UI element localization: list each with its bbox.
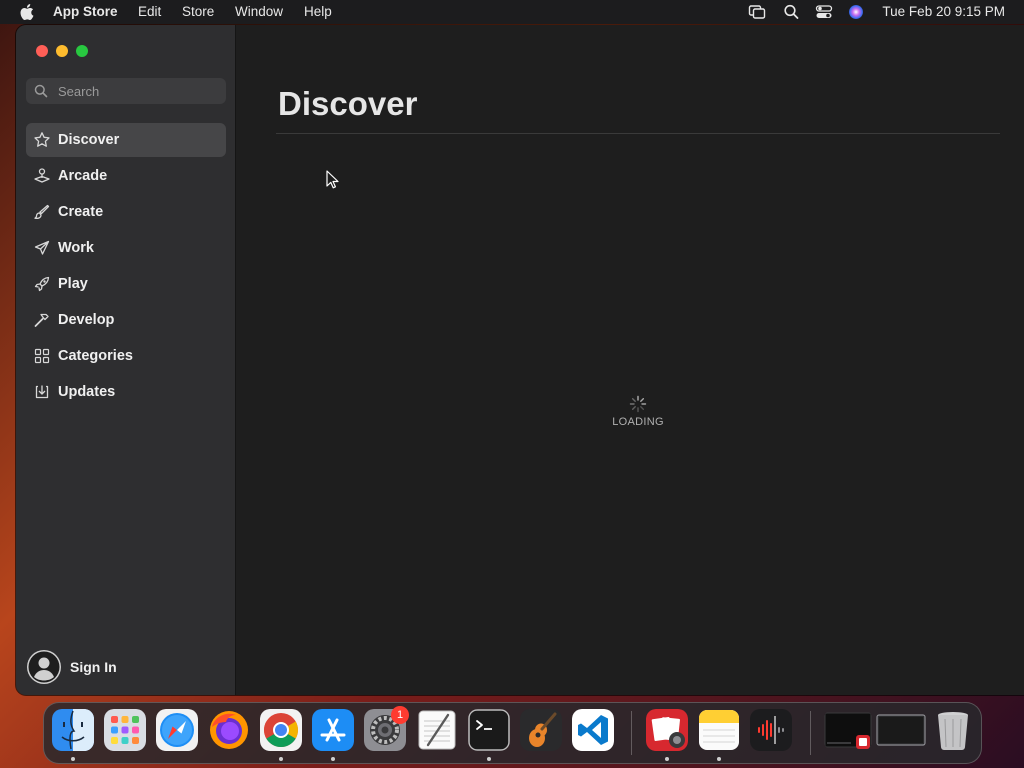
apple-menu-icon[interactable] xyxy=(19,3,34,21)
textedit-icon[interactable] xyxy=(416,709,458,751)
minimize-button[interactable] xyxy=(56,45,68,57)
star-icon xyxy=(34,132,50,147)
grid-icon xyxy=(34,348,50,364)
search-icon xyxy=(34,84,48,98)
mouse-pointer-icon xyxy=(326,170,339,189)
sign-in-button[interactable]: Sign In xyxy=(26,649,226,685)
app-store-window: Search Discover Arcade Create Work Play … xyxy=(16,25,1024,695)
screen-mirroring-icon[interactable] xyxy=(748,3,766,21)
sidebar-item-label: Play xyxy=(58,276,88,292)
sign-in-label: Sign In xyxy=(70,659,117,675)
sidebar-item-label: Updates xyxy=(58,384,116,400)
title-divider xyxy=(276,133,1000,134)
siri-icon[interactable] xyxy=(847,3,865,21)
hammer-icon xyxy=(34,313,49,327)
sidebar-item-work[interactable]: Work xyxy=(26,231,226,265)
sidebar-item-label: Work xyxy=(58,240,94,256)
sidebar-item-label: Develop xyxy=(58,312,115,328)
finder-icon[interactable] xyxy=(52,709,94,751)
running-indicator xyxy=(717,757,721,761)
notes-icon[interactable] xyxy=(698,709,740,751)
menu-edit[interactable]: Edit xyxy=(138,4,161,19)
photo-booth-icon[interactable] xyxy=(646,709,688,751)
terminal-icon[interactable] xyxy=(468,709,510,751)
sidebar-item-updates[interactable]: Updates xyxy=(26,375,226,409)
joystick-icon xyxy=(34,168,50,183)
zoom-button[interactable] xyxy=(76,45,88,57)
dock-separator xyxy=(810,711,811,755)
launchpad-icon[interactable] xyxy=(104,709,146,751)
garageband-icon[interactable] xyxy=(520,709,562,751)
dock: 1 xyxy=(43,702,982,764)
page-title: Discover xyxy=(278,85,418,122)
menu-store[interactable]: Store xyxy=(182,4,214,19)
sidebar: Search Discover Arcade Create Work Play … xyxy=(16,25,236,695)
menu-window[interactable]: Window xyxy=(235,4,283,19)
sidebar-item-label: Discover xyxy=(58,132,120,148)
sidebar-item-arcade[interactable]: Arcade xyxy=(26,159,226,193)
spotlight-search-icon[interactable] xyxy=(783,3,800,21)
trash-icon[interactable] xyxy=(932,709,974,751)
sidebar-item-label: Create xyxy=(58,204,104,220)
rocket-icon xyxy=(34,276,50,292)
menu-app-name[interactable]: App Store xyxy=(53,4,118,19)
menubar-clock[interactable]: Tue Feb 20 9:15 PM xyxy=(882,4,1005,19)
main-content: Discover LOADING xyxy=(236,25,1024,695)
sidebar-item-label: Categories xyxy=(58,348,133,364)
vscode-icon[interactable] xyxy=(572,709,614,751)
sidebar-item-play[interactable]: Play xyxy=(26,267,226,301)
minimized-window-thumbnail[interactable] xyxy=(824,709,872,751)
running-indicator xyxy=(279,757,283,761)
notification-badge: 1 xyxy=(391,706,409,724)
minimized-window-thumbnail[interactable] xyxy=(876,709,926,751)
brush-icon xyxy=(34,204,50,220)
menu-help[interactable]: Help xyxy=(304,4,332,19)
sidebar-item-label: Arcade xyxy=(58,168,108,184)
spinner-icon xyxy=(629,395,647,413)
loading-label: LOADING xyxy=(612,416,664,428)
running-indicator xyxy=(331,757,335,761)
chrome-icon[interactable] xyxy=(260,709,302,751)
running-indicator xyxy=(665,757,669,761)
dock-separator xyxy=(631,711,632,755)
menu-bar: App Store Edit Store Window Help Tue Feb… xyxy=(0,0,1024,24)
sidebar-item-discover[interactable]: Discover xyxy=(26,123,226,157)
firefox-icon[interactable] xyxy=(208,709,250,751)
control-center-icon[interactable] xyxy=(815,3,833,21)
running-indicator xyxy=(487,757,491,761)
safari-icon[interactable] xyxy=(156,709,198,751)
app-store-icon[interactable] xyxy=(312,709,354,751)
voice-memos-icon[interactable] xyxy=(750,709,792,751)
close-button[interactable] xyxy=(36,45,48,57)
avatar-icon xyxy=(27,650,61,684)
search-field[interactable]: Search xyxy=(26,78,226,104)
running-indicator xyxy=(71,757,75,761)
sidebar-item-create[interactable]: Create xyxy=(26,195,226,229)
paper-plane-icon xyxy=(34,240,50,255)
loading-indicator: LOADING xyxy=(608,395,668,428)
download-icon xyxy=(35,385,49,399)
sidebar-item-categories[interactable]: Categories xyxy=(26,339,226,373)
sidebar-item-develop[interactable]: Develop xyxy=(26,303,226,337)
search-placeholder: Search xyxy=(58,84,100,99)
